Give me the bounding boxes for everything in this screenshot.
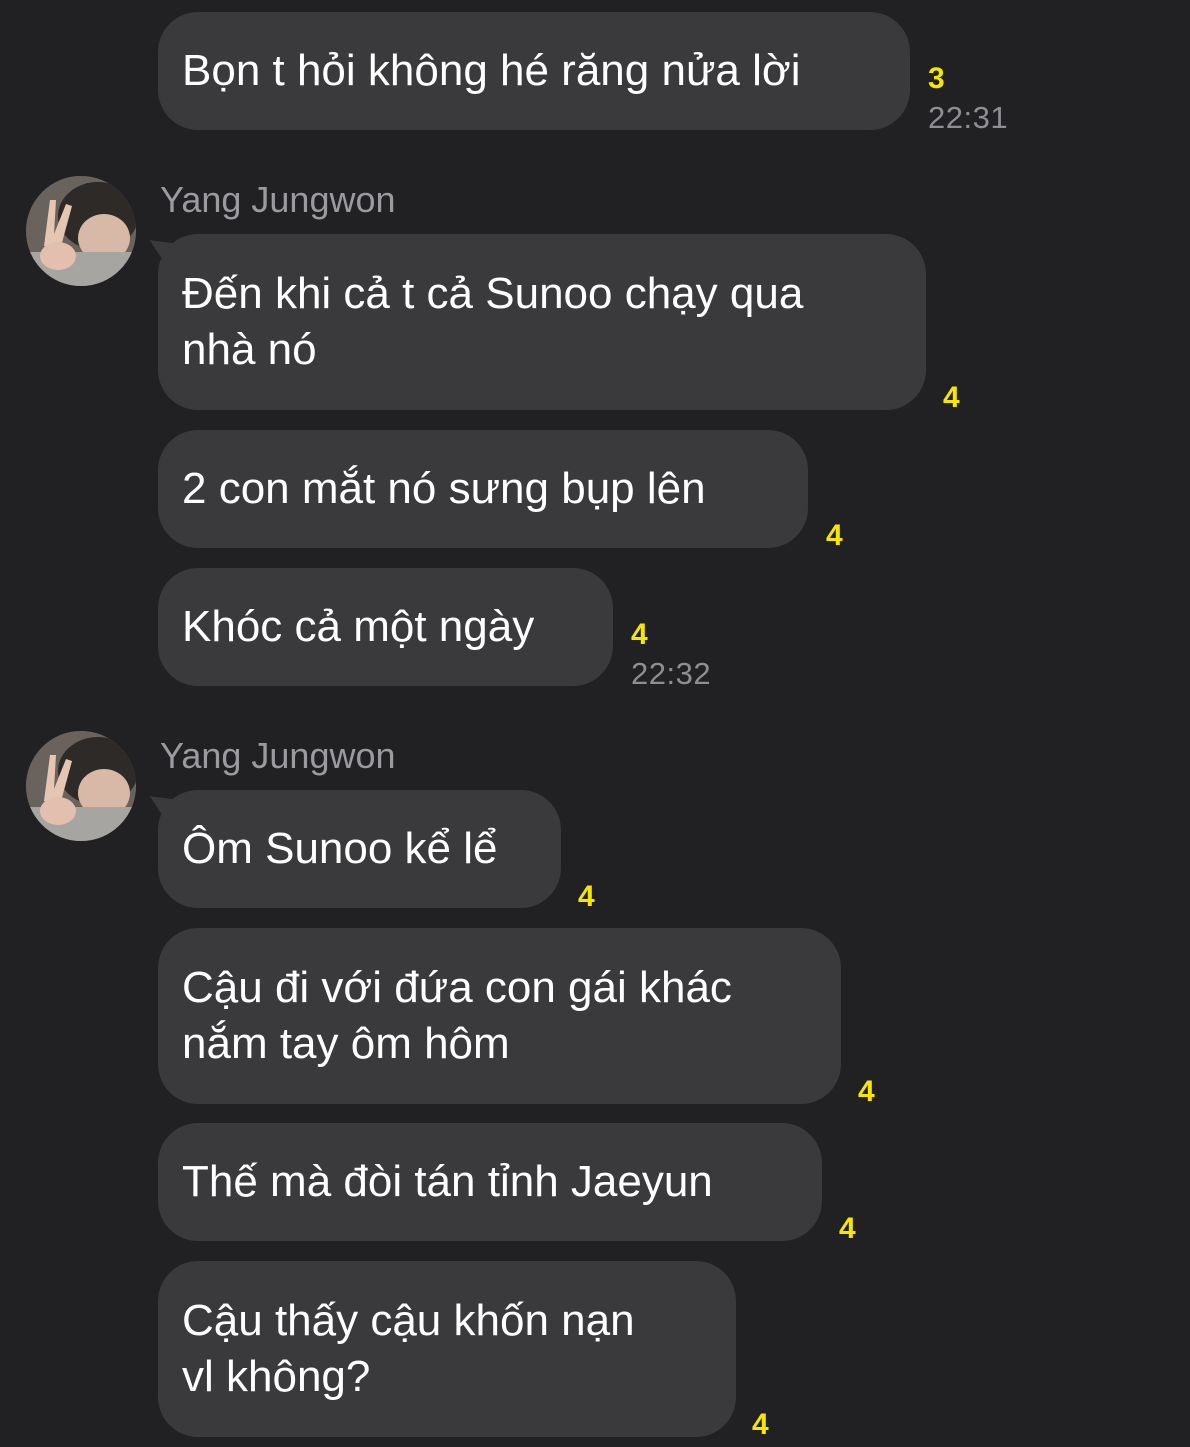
message-text: Cậu thấy cậu khốn nạn vl không?: [182, 1296, 635, 1401]
unread-count: 4: [858, 1075, 875, 1108]
timestamp: 22:31: [928, 100, 1009, 135]
timestamp: 22:32: [631, 656, 712, 691]
unread-count: 4: [752, 1408, 769, 1441]
message-meta: 4: [826, 519, 843, 553]
sender-name: Yang Jungwon: [160, 179, 396, 220]
message-bubble[interactable]: Khóc cả một ngày: [158, 568, 613, 686]
message-text: Ôm Sunoo kể lể: [182, 824, 498, 873]
unread-count: 3: [928, 62, 945, 95]
unread-count: 4: [943, 381, 960, 414]
avatar[interactable]: [26, 731, 136, 841]
unread-count: 4: [631, 618, 648, 651]
message-text: Bọn t hỏi không hé răng nửa lời: [182, 46, 801, 95]
message-text: Thế mà đòi tán tỉnh Jaeyun: [182, 1157, 713, 1206]
unread-count: 4: [826, 519, 843, 552]
unread-count: 4: [578, 880, 595, 913]
message-bubble[interactable]: Thế mà đòi tán tỉnh Jaeyun: [158, 1123, 822, 1241]
message-meta: 4 22:32: [631, 618, 711, 692]
avatar-photo: [26, 176, 136, 286]
message-meta: 4: [858, 1075, 875, 1109]
message-meta: 4: [943, 381, 960, 415]
message-meta: 4: [839, 1212, 856, 1246]
message-bubble[interactable]: Bọn t hỏi không hé răng nửa lời: [158, 12, 910, 130]
sender-name: Yang Jungwon: [160, 735, 396, 776]
message-bubble[interactable]: Cậu đi với đứa con gái khác nắm tay ôm h…: [158, 928, 841, 1104]
avatar[interactable]: [26, 176, 136, 286]
message-text: Khóc cả một ngày: [182, 602, 535, 651]
message-bubble[interactable]: Cậu thấy cậu khốn nạn vl không?: [158, 1261, 736, 1437]
message-text: Đến khi cả t cả Sunoo chạy qua nhà nó: [182, 269, 804, 374]
avatar-photo: [26, 731, 136, 841]
unread-count: 4: [839, 1212, 856, 1245]
message-text: 2 con mắt nó sưng bụp lên: [182, 464, 706, 513]
message-meta: 4: [752, 1408, 769, 1442]
message-text: Cậu đi với đứa con gái khác nắm tay ôm h…: [182, 963, 732, 1068]
message-meta: 4: [578, 880, 595, 914]
message-bubble[interactable]: Đến khi cả t cả Sunoo chạy qua nhà nó: [158, 234, 926, 410]
message-bubble[interactable]: 2 con mắt nó sưng bụp lên: [158, 430, 808, 548]
message-bubble[interactable]: Ôm Sunoo kể lể: [158, 790, 561, 908]
message-meta: 3 22:31: [928, 62, 1008, 136]
